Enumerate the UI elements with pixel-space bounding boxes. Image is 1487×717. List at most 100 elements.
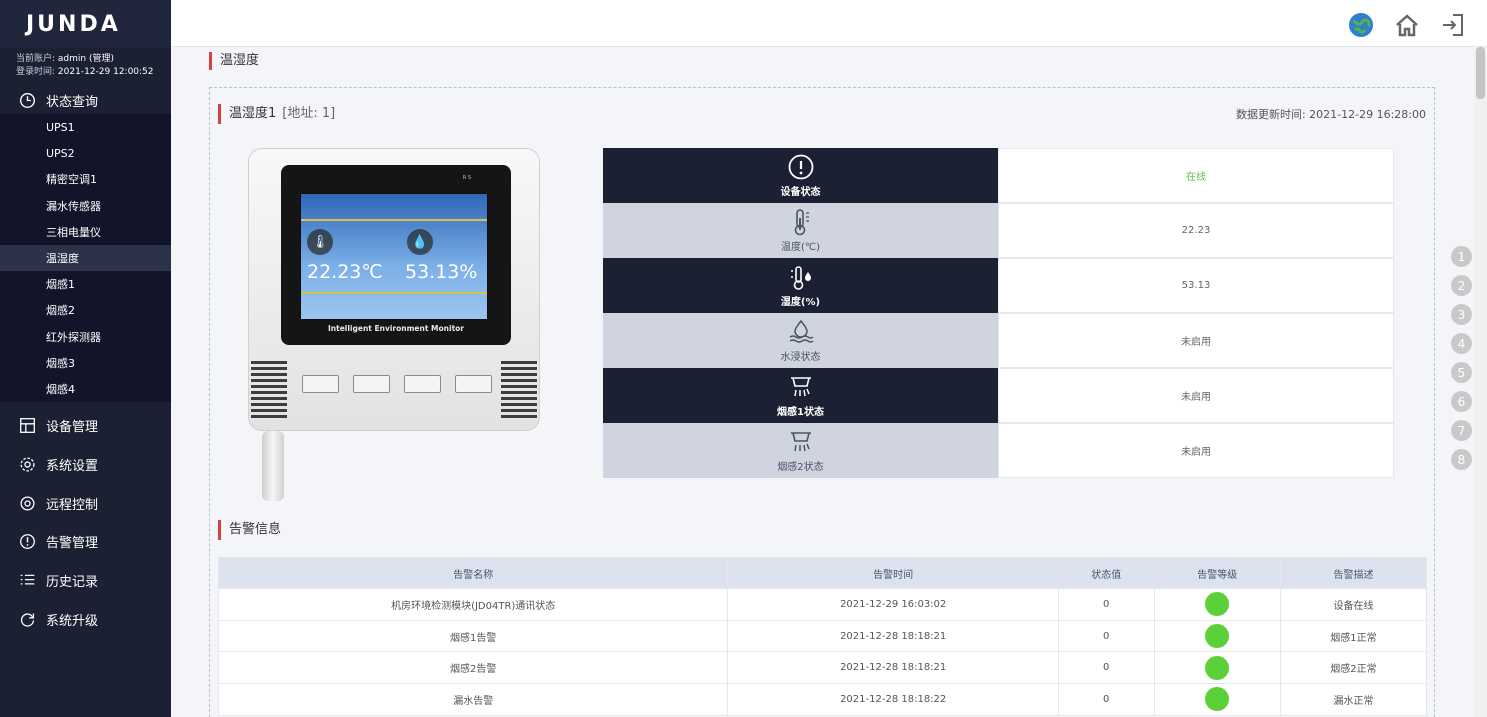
sidebar-item-gear[interactable]: 系统设置	[0, 445, 171, 484]
table-row: 烟感1告警 2021-12-28 18:18:21 0 烟感1正常	[217, 619, 1428, 653]
sidebar-item-status-3[interactable]: 漏水传感器	[0, 193, 171, 219]
level-indicator-icon	[1205, 687, 1230, 712]
logo: JUNDA	[0, 0, 171, 48]
sidebar-item-status-9[interactable]: 烟感3	[0, 350, 171, 376]
sidebar-item-label: 系统设置	[46, 458, 99, 474]
list-icon	[18, 572, 36, 590]
sidebar-item-label: 告警管理	[46, 536, 99, 552]
alarm-desc: 漏水正常	[1279, 683, 1428, 716]
account-user-label: 当前账户:	[16, 54, 56, 64]
home-icon[interactable]	[1393, 11, 1421, 39]
anchor-link-7[interactable]: 7	[1451, 420, 1472, 441]
device-temp-value: 22.23℃	[307, 261, 383, 283]
sidebar-item-status-2[interactable]: 精密空调1	[0, 166, 171, 192]
table-row: 漏水告警 2021-12-28 18:18:22 0 漏水正常	[217, 683, 1428, 716]
alarm-column-header: 告警等级	[1153, 557, 1281, 589]
status-label-cell: 设备状态	[603, 148, 998, 203]
status-row: 烟感1状态 未启用	[603, 368, 1394, 423]
account-login-value: 2021-12-29 12:00:52	[57, 67, 154, 77]
sidebar-item-alert[interactable]: 告警管理	[0, 522, 171, 561]
gear-icon	[18, 455, 36, 473]
main-content: 温湿度 温湿度1 [地址: 1] 数据更新时间: 2021-12-29 16:28…	[171, 47, 1474, 717]
alarm-value: 0	[1057, 588, 1155, 621]
sidebar-item-status-4[interactable]: 三相电量仪	[0, 219, 171, 245]
alarm-table: 告警名称 告警时间 状态值 告警等级 告警描述 机房环境检测模块(JD04TR)通讯状态…	[217, 557, 1428, 716]
status-label: 烟感2状态	[777, 462, 824, 473]
table-row: 烟感2告警 2021-12-28 18:18:21 0 烟感2正常	[217, 651, 1428, 685]
alarm-level	[1153, 651, 1281, 685]
alarm-column-header: 告警描述	[1279, 557, 1428, 589]
status-row: 温度(℃) 22.23	[603, 203, 1394, 258]
alarm-title: 告警信息	[218, 520, 281, 540]
sidebar-item-refresh[interactable]: 系统升级	[0, 600, 171, 639]
device-panel: 温湿度1 [地址: 1] 数据更新时间: 2021-12-29 16:28:00 …	[209, 87, 1435, 717]
anchor-link-1[interactable]: 1	[1451, 246, 1472, 267]
status-label: 烟感1状态	[777, 407, 824, 418]
alarm-value: 0	[1057, 651, 1155, 685]
alarm-time: 2021-12-28 18:18:21	[727, 651, 1059, 685]
alarm-column-header: 状态值	[1057, 557, 1155, 589]
scrollbar[interactable]	[1474, 47, 1487, 717]
alarm-level	[1153, 683, 1281, 716]
status-label: 湿度(%)	[780, 297, 821, 308]
sidebar-item-remote-control[interactable]: 远程控制	[0, 484, 171, 523]
status-row: 湿度(%) 53.13	[603, 258, 1394, 313]
alarm-level	[1153, 588, 1281, 621]
level-indicator-icon	[1205, 624, 1230, 649]
anchor-link-6[interactable]: 6	[1451, 391, 1472, 412]
anchor-link-2[interactable]: 2	[1451, 275, 1472, 296]
alert-icon	[18, 533, 36, 551]
alarm-desc: 烟感1正常	[1279, 619, 1428, 653]
device-manage-icon	[18, 416, 36, 434]
sidebar-item-label: 远程控制	[46, 497, 99, 513]
sidebar: JUNDA 当前账户: admin (管理) 登录时间: 2021-12-29 …	[0, 0, 171, 717]
scrollbar-thumb[interactable]	[1476, 47, 1485, 99]
sidebar-group-status[interactable]: 状态查询	[0, 86, 171, 114]
sidebar-item-status-10[interactable]: 烟感4	[0, 376, 171, 402]
sidebar-item-label: 设备管理	[46, 419, 99, 435]
status-label: 水浸状态	[780, 352, 821, 363]
sidebar-item-status-6[interactable]: 烟感1	[0, 271, 171, 297]
alarm-desc: 设备在线	[1279, 588, 1428, 621]
sidebar-item-device-manage[interactable]: 设备管理	[0, 406, 171, 445]
anchor-link-3[interactable]: 3	[1451, 304, 1472, 325]
alarm-name: 机房环境检测模块(JD04TR)通讯状态	[217, 588, 729, 621]
update-time: 数据更新时间: 2021-12-29 16:28:00	[1235, 108, 1426, 121]
status-table: 设备状态 在线 温度(℃) 22.23 湿度(%) 53.13 水浸状态 未启用 烟感1状态 未启…	[603, 148, 1394, 478]
section-title: 温湿度	[209, 52, 259, 70]
sidebar-item-status-7[interactable]: 烟感2	[0, 297, 171, 323]
sidebar-item-status-5[interactable]: 温湿度	[0, 244, 171, 272]
humidity-icon	[789, 263, 813, 291]
status-sub-list: UPS1 UPS2 精密空调1 漏水传感器 三相电量仪 温湿度 烟感1 烟感2 红外探测器 烟感3…	[0, 114, 171, 403]
status-label-cell: 温度(℃)	[603, 203, 998, 258]
table-row: 机房环境检测模块(JD04TR)通讯状态 2021-12-29 16:03:02 0…	[217, 588, 1428, 621]
sidebar-item-status-8[interactable]: 红外探测器	[0, 324, 171, 350]
water-leak-icon	[787, 318, 815, 346]
globe-icon[interactable]	[1347, 11, 1375, 39]
status-label: 设备状态	[780, 187, 821, 198]
level-indicator-icon	[1205, 655, 1230, 680]
sidebar-item-list[interactable]: 历史记录	[0, 561, 171, 600]
info-circle-icon	[788, 153, 814, 181]
device-caption: Intelligent Environment Monitor	[327, 324, 465, 333]
device-humidity-value: 53.13%	[405, 261, 478, 283]
alarm-desc: 烟感2正常	[1279, 651, 1428, 685]
anchor-link-5[interactable]: 5	[1451, 362, 1472, 383]
anchor-link-8[interactable]: 8	[1451, 449, 1472, 470]
status-value: 未启用	[998, 313, 1394, 368]
logo-text: JUNDA	[26, 11, 121, 37]
logout-icon[interactable]	[1439, 11, 1467, 39]
refresh-icon	[18, 610, 36, 628]
sidebar-item-status-1[interactable]: UPS2	[0, 140, 171, 166]
remote-control-icon	[18, 494, 36, 512]
panel-address: [地址: 1]	[282, 106, 336, 121]
alarm-column-header: 告警名称	[217, 557, 729, 589]
sidebar-item-status-0[interactable]: UPS1	[0, 114, 171, 140]
thermometer-icon	[790, 208, 812, 236]
panel-title-text: 温湿度1	[229, 106, 277, 121]
status-row: 烟感2状态 未启用	[603, 423, 1394, 478]
anchor-link-4[interactable]: 4	[1451, 333, 1472, 354]
status-label-cell: 湿度(%)	[603, 258, 998, 313]
status-value: 22.23	[998, 203, 1394, 258]
alarm-time: 2021-12-28 18:18:22	[727, 683, 1059, 716]
